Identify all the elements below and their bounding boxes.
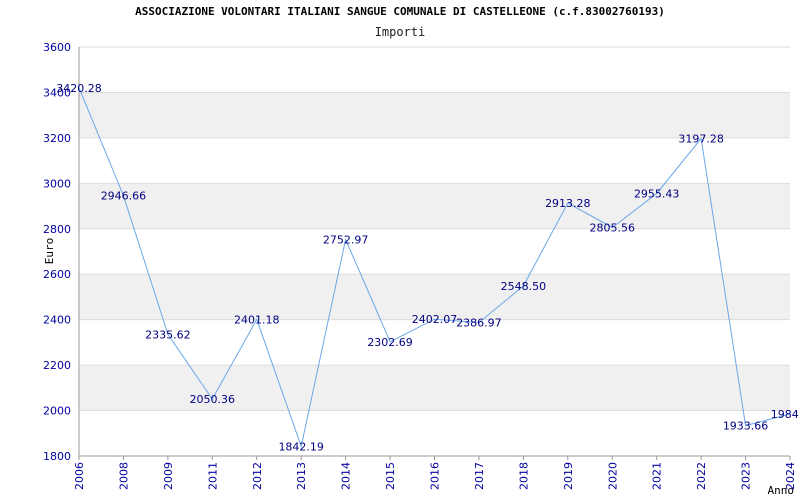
grid-band [79,365,790,411]
x-tick-label: 2014 [340,462,353,490]
x-tick-label: 2023 [740,462,753,490]
x-tick-label: 2016 [429,462,442,490]
data-label: 3420.28 [56,82,102,95]
data-label: 2946.66 [101,189,147,202]
x-tick-label: 2015 [384,462,397,490]
data-label: 1842.19 [278,440,324,453]
x-tick-label: 2017 [473,462,486,490]
x-tick-label: 2013 [295,462,308,490]
data-label: 2302.69 [367,336,413,349]
data-label: 2752.97 [323,233,369,246]
x-tick-label: 2022 [695,462,708,490]
data-label: 1933.66 [723,420,769,433]
y-tick-label: 1800 [43,450,71,463]
data-label: 2050.36 [190,393,236,406]
y-axis-title: Euro [43,238,56,265]
data-label: 2402.07 [412,313,458,326]
x-tick-label: 2019 [562,462,575,490]
data-label: 2401.18 [234,313,280,326]
y-tick-label: 3600 [43,41,71,54]
data-label: 1984.9 [771,408,800,421]
y-tick-label: 2600 [43,268,71,281]
x-tick-label: 2011 [206,462,219,490]
y-tick-label: 2400 [43,314,71,327]
x-axis-title: Anno [768,484,795,497]
data-label: 2386.97 [456,317,502,330]
line-chart: 1800200022002400260028003000320034003600… [43,41,800,497]
data-label: 2955.43 [634,187,680,200]
data-label: 3197.28 [678,133,724,146]
x-tick-label: 2012 [251,462,264,490]
x-tick-label: 2006 [73,462,86,490]
y-tick-label: 2000 [43,405,71,418]
x-tick-label: 2020 [606,462,619,490]
grid-band [79,183,790,229]
x-tick-label: 2021 [651,462,664,490]
y-tick-label: 3000 [43,177,71,190]
data-label: 2805.56 [590,222,636,235]
y-tick-label: 3200 [43,132,71,145]
y-tick-label: 2800 [43,223,71,236]
x-tick-label: 2008 [117,462,130,490]
x-tick-label: 2009 [162,462,175,490]
data-label: 2335.62 [145,328,191,341]
x-axis-ticks: 2006 2008 2009 2011 2012 2013 2014 2015 2016 2017… [73,456,797,490]
data-label: 2913.28 [545,197,591,210]
x-tick-label: 2018 [517,462,530,490]
data-label: 2548.50 [501,280,547,293]
grid-band [79,92,790,138]
y-tick-label: 2200 [43,359,71,372]
